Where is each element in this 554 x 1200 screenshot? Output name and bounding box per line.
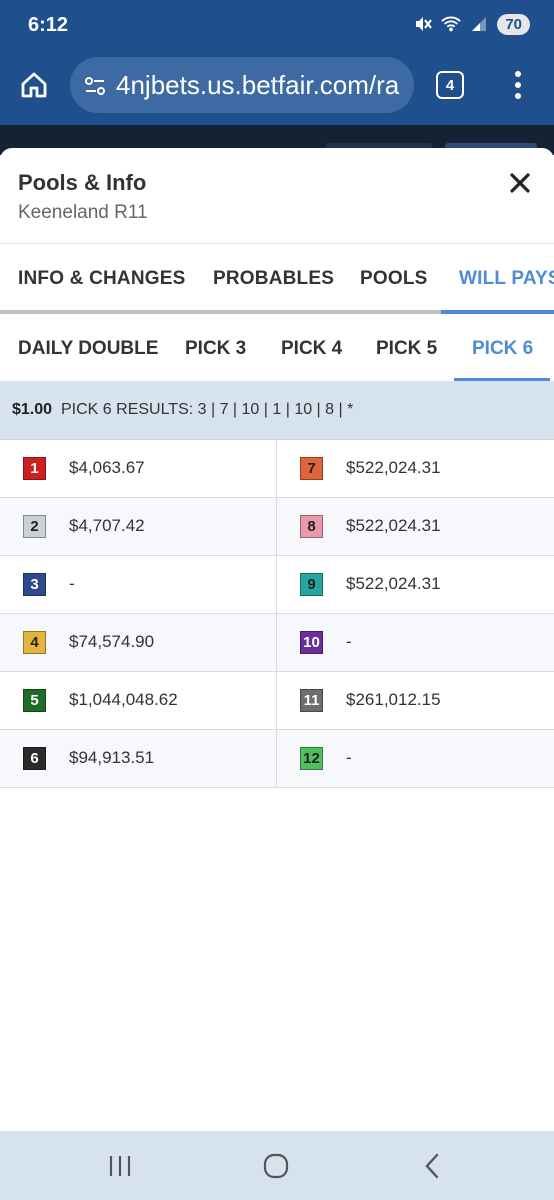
modal-title: Pools & Info [18, 170, 147, 195]
payout-cell: 5 $1,044,048.62 [0, 672, 276, 730]
runner-badge: 2 [23, 515, 46, 538]
mute-icon [413, 13, 433, 35]
home-nav-button[interactable] [256, 1151, 296, 1181]
back-button[interactable] [412, 1151, 452, 1181]
runner-badge: 5 [23, 689, 46, 712]
table-row: 1 $4,063.67 7 $522,024.31 [0, 440, 554, 498]
payout-cell: 8 $522,024.31 [277, 498, 553, 556]
bet-type-tabs: DAILY DOUBLE PICK 3 PICK 4 PICK 5 PICK 6 [0, 314, 554, 382]
payout-amount: $4,707.42 [69, 516, 145, 535]
runner-badge: 9 [300, 573, 323, 596]
runner-badge: 6 [23, 747, 46, 770]
pools-info-modal: Pools & Info Keeneland R11 INFO & CHANGE… [0, 148, 554, 1131]
sub-tab-active-indicator [454, 378, 550, 381]
modal-subtitle: Keeneland R11 [18, 202, 148, 223]
status-icons: 70 [413, 13, 530, 35]
payout-cell: 7 $522,024.31 [277, 440, 553, 498]
table-row: 4 $74,574.90 10 - [0, 614, 554, 672]
close-icon [510, 173, 530, 193]
runner-badge: 1 [23, 457, 46, 480]
runner-badge: 10 [300, 631, 323, 654]
runner-badge: 7 [300, 457, 323, 480]
payout-cell: 6 $94,913.51 [0, 730, 276, 788]
site-settings-icon[interactable] [82, 73, 108, 99]
tab-pick-5[interactable]: PICK 5 [376, 338, 437, 360]
tab-probables[interactable]: PROBABLES [213, 268, 334, 290]
payout-amount: $1,044,048.62 [69, 690, 178, 709]
payout-amount: $94,913.51 [69, 748, 155, 767]
payout-amount: $4,063.67 [69, 458, 145, 477]
payout-cell: 1 $4,063.67 [0, 440, 276, 498]
tab-will-pays[interactable]: WILL PAYS [459, 268, 554, 290]
payout-amount: - [346, 748, 352, 767]
home-icon [21, 72, 47, 98]
table-row: 2 $4,707.42 8 $522,024.31 [0, 498, 554, 556]
results-bar: $1.00 PICK 6 RESULTS: 3 | 7 | 10 | 1 | 1… [0, 382, 554, 440]
close-button[interactable] [505, 168, 535, 198]
runner-badge: 12 [300, 747, 323, 770]
payout-amount: $522,024.31 [346, 516, 441, 535]
table-row: 3 - 9 $522,024.31 [0, 556, 554, 614]
main-tabs: INFO & CHANGES PROBABLES POOLS WILL PAYS [0, 244, 554, 314]
payout-cell: 4 $74,574.90 [0, 614, 276, 672]
tab-daily-double[interactable]: DAILY DOUBLE [18, 338, 158, 360]
home-circle-icon [263, 1153, 289, 1179]
url-text[interactable]: 4njbets.us.betfair.com/ra [116, 70, 399, 101]
signal-icon [469, 13, 489, 35]
tab-switcher-button[interactable]: 4 [436, 71, 464, 99]
payout-amount: - [69, 574, 75, 593]
back-icon [425, 1153, 439, 1179]
browser-chrome: 6:12 70 4njbets.us.betfair.com/ra 4 [0, 0, 554, 125]
payout-cell: 2 $4,707.42 [0, 498, 276, 556]
tab-pick-3[interactable]: PICK 3 [185, 338, 246, 360]
tab-pools[interactable]: POOLS [360, 268, 428, 290]
battery-indicator: 70 [497, 13, 530, 35]
status-bar: 6:12 70 [0, 0, 554, 52]
payout-cell: 9 $522,024.31 [277, 556, 553, 614]
table-row: 6 $94,913.51 12 - [0, 730, 554, 788]
results-text: PICK 6 RESULTS: 3 | 7 | 10 | 1 | 10 | 8 … [61, 401, 354, 418]
payout-amount: $522,024.31 [346, 458, 441, 477]
tab-pick-6[interactable]: PICK 6 [472, 338, 533, 360]
system-navigation-bar [0, 1131, 554, 1200]
recent-apps-icon [109, 1156, 131, 1176]
payout-cell: 11 $261,012.15 [277, 672, 553, 730]
results-amount: $1.00 [12, 401, 53, 418]
wifi-icon [441, 13, 462, 35]
tab-info-changes[interactable]: INFO & CHANGES [18, 268, 185, 290]
address-bar[interactable]: 4njbets.us.betfair.com/ra [70, 57, 414, 113]
payout-amount: - [346, 632, 352, 651]
table-row: 5 $1,044,048.62 11 $261,012.15 [0, 672, 554, 730]
overflow-menu-icon[interactable] [506, 69, 530, 101]
runner-badge: 4 [23, 631, 46, 654]
modal-header: Pools & Info Keeneland R11 [0, 148, 554, 244]
payout-amount: $261,012.15 [346, 690, 441, 709]
payout-cell: 3 - [0, 556, 276, 614]
payout-cell: 10 - [277, 614, 553, 672]
payout-amount: $74,574.90 [69, 632, 155, 651]
runner-badge: 8 [300, 515, 323, 538]
runner-badge: 3 [23, 573, 46, 596]
home-button[interactable] [16, 67, 52, 103]
payout-cell: 12 - [277, 730, 553, 788]
url-bar-row: 4njbets.us.betfair.com/ra 4 [0, 55, 554, 113]
payout-amount: $522,024.31 [346, 574, 441, 593]
runner-badge: 11 [300, 689, 323, 712]
payout-grid: 1 $4,063.67 7 $522,024.31 2 $4,707.42 8 … [0, 440, 554, 788]
status-time: 6:12 [28, 14, 69, 36]
tab-pick-4[interactable]: PICK 4 [281, 338, 342, 360]
recent-apps-button[interactable] [100, 1151, 140, 1181]
